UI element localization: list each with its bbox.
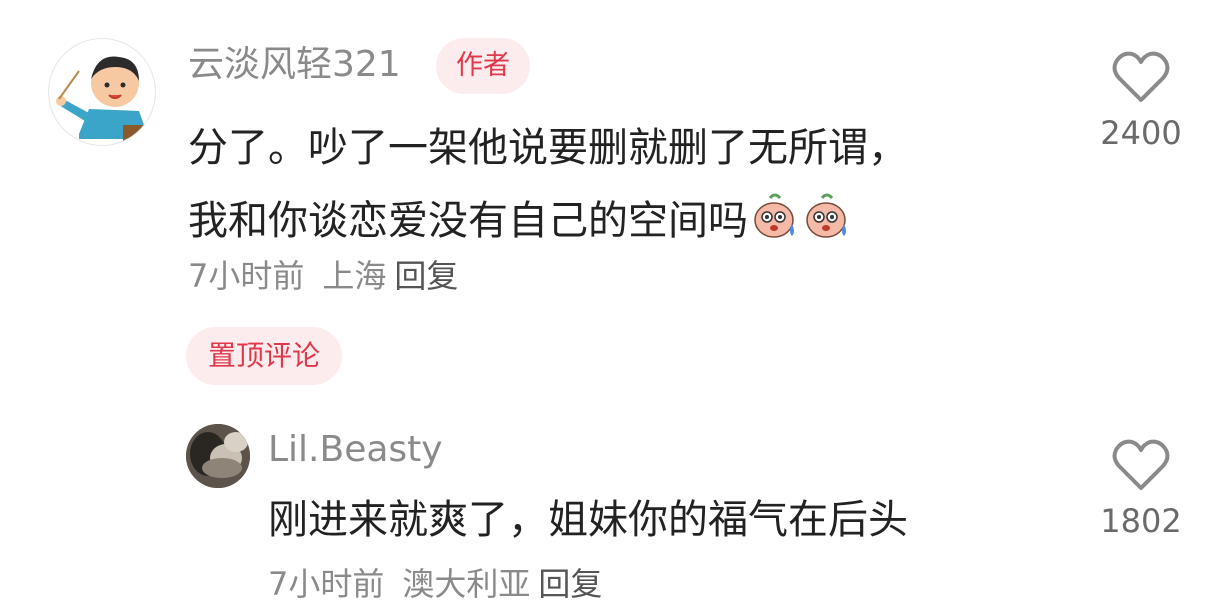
comment-location: 上海 bbox=[322, 257, 387, 295]
avatar-photo bbox=[186, 424, 250, 488]
sweat-face-icon bbox=[750, 192, 800, 249]
like-count: 2400 bbox=[1100, 114, 1182, 152]
comment-text: 我和你谈恋爱没有自己的空间吗 bbox=[188, 198, 748, 244]
pinned-comment-badge: 置顶评论 bbox=[186, 327, 343, 385]
comment-text: 刚进来就爽了，姐妹你的福气在后头 bbox=[268, 497, 908, 543]
comment-username[interactable]: Lil.Beasty bbox=[268, 432, 443, 468]
comment-time: 7小时前 bbox=[188, 257, 305, 295]
sweat-face-icon bbox=[802, 192, 852, 249]
comment-meta: 7小时前 澳大利亚 回复 bbox=[268, 568, 602, 600]
avatar[interactable] bbox=[186, 424, 250, 488]
comment-text-line-1: 分了。吵了一架他说要删就删了无所谓， bbox=[188, 125, 908, 171]
comment-location: 澳大利亚 bbox=[402, 565, 531, 603]
comment-time: 7小时前 bbox=[268, 565, 385, 603]
avatar[interactable] bbox=[48, 38, 156, 146]
reply-button[interactable]: 回复 bbox=[538, 565, 602, 603]
avatar-illustration bbox=[56, 56, 155, 145]
author-badge: 作者 bbox=[436, 38, 530, 94]
like-count: 1802 bbox=[1100, 502, 1182, 540]
reply-button[interactable]: 回复 bbox=[394, 257, 458, 295]
like-button[interactable]: 1802 bbox=[1086, 438, 1196, 540]
comment-username[interactable]: 云淡风轻321 bbox=[188, 47, 401, 83]
heart-icon bbox=[1112, 439, 1170, 490]
comment-meta: 7小时前 上海 回复 bbox=[188, 260, 458, 292]
like-button[interactable]: 2400 bbox=[1086, 50, 1196, 152]
heart-icon bbox=[1112, 51, 1170, 102]
comment-text-line-2: 我和你谈恋爱没有自己的空间吗 bbox=[188, 192, 852, 249]
